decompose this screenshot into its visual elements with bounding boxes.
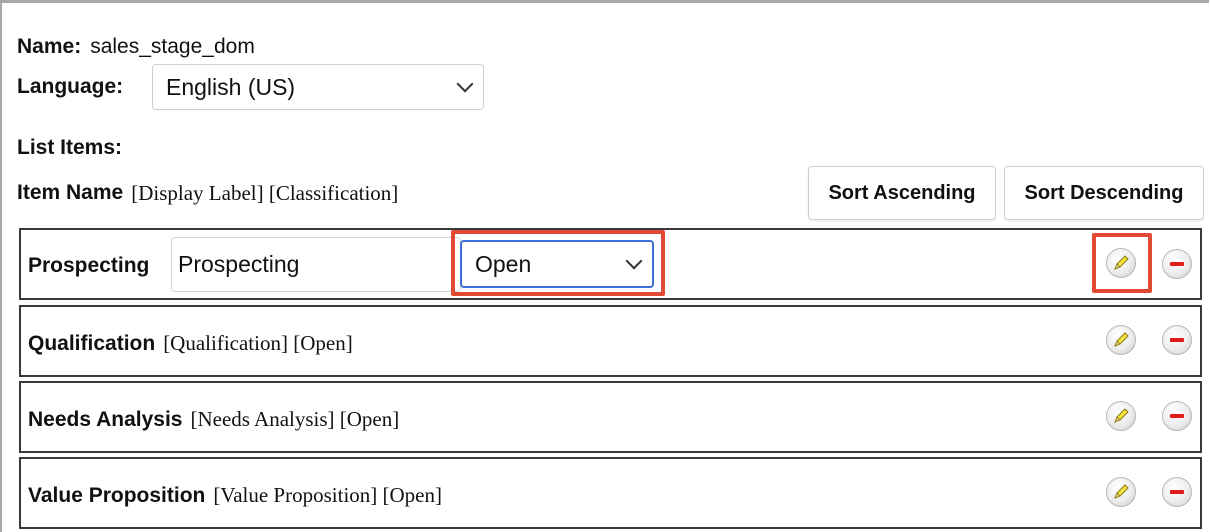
language-select[interactable]: English (US): [152, 64, 484, 110]
list-items-title: List Items:: [17, 136, 123, 159]
column-header: Item Name [Display Label] [Classificatio…: [17, 178, 398, 208]
list-item: Needs Analysis [Needs Analysis] [Open]: [19, 381, 1202, 453]
minus-circle-icon[interactable]: [1162, 477, 1192, 507]
minus-circle-icon[interactable]: [1162, 249, 1192, 279]
item-name: Needs Analysis [Needs Analysis] [Open]: [28, 407, 400, 431]
list-item: Qualification [Qualification] [Open]: [19, 305, 1202, 377]
display-label-input[interactable]: Prospecting: [171, 237, 461, 292]
name-label: Name:: [17, 35, 82, 58]
list-items-row: List Items:: [17, 134, 122, 162]
display-label-input-value: Prospecting: [178, 251, 300, 277]
item-name: Prospecting: [28, 254, 150, 277]
item-name: Qualification [Qualification] [Open]: [28, 331, 353, 355]
minus-circle-icon[interactable]: [1162, 401, 1192, 431]
sort-ascending-button[interactable]: Sort Ascending: [808, 166, 996, 220]
item-name: Value Proposition [Value Proposition] [Op…: [28, 483, 442, 507]
pencil-icon[interactable]: [1106, 401, 1136, 431]
pencil-icon[interactable]: [1106, 477, 1136, 507]
name-row: Name: sales_stage_dom: [17, 33, 255, 61]
edit-highlight: [1092, 233, 1152, 293]
language-label: Language:: [17, 75, 124, 98]
list-item: Value Proposition [Value Proposition] [Op…: [19, 457, 1202, 529]
name-value: sales_stage_dom: [90, 35, 255, 58]
sort-descending-button[interactable]: Sort Descending: [1004, 166, 1204, 220]
chevron-down-icon: [456, 75, 474, 93]
column-header-labels: [Display Label] [Classification]: [131, 180, 399, 205]
minus-circle-icon[interactable]: [1162, 325, 1192, 355]
classification-highlight: [451, 230, 665, 296]
language-select-value: English (US): [166, 73, 296, 100]
pencil-icon[interactable]: [1106, 325, 1136, 355]
language-row: Language:: [17, 72, 123, 102]
column-header-item-name: Item Name: [17, 181, 124, 204]
